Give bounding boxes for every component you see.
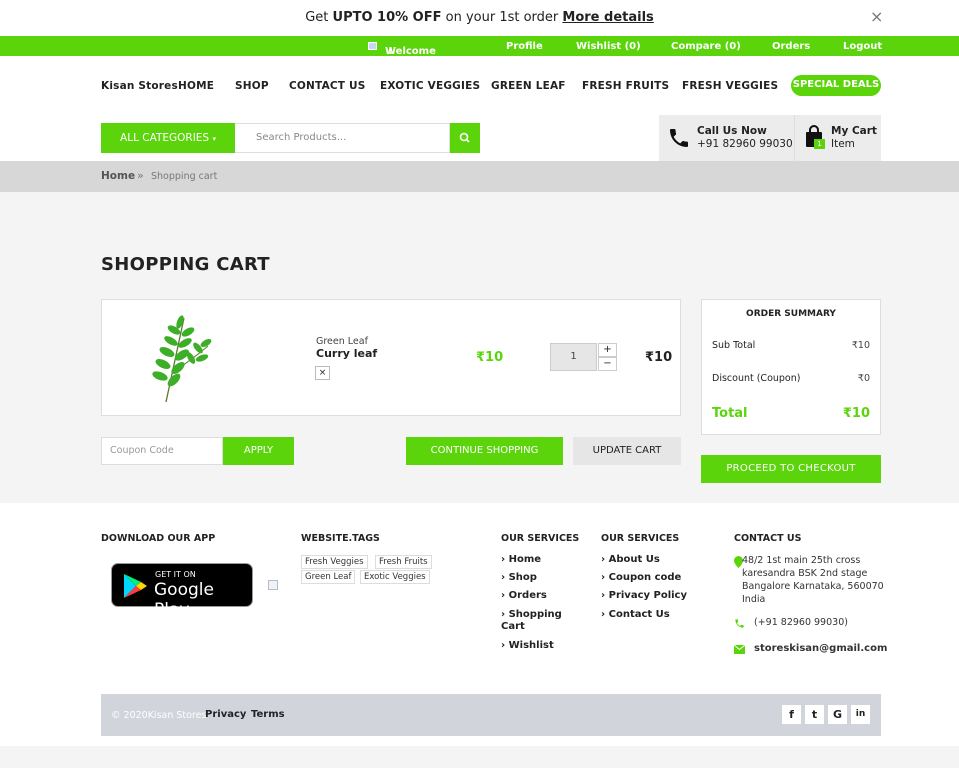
coupon-input[interactable]: Coupon Code (101, 437, 223, 465)
footer-contact-heading: CONTACT US (734, 533, 802, 544)
orders-link[interactable]: Orders (772, 41, 810, 52)
footer-email[interactable]: storeskisan@gmail.com (754, 643, 887, 654)
welcome-text: Welcome Chirag ! (385, 46, 436, 68)
breadcrumb-separator-icon: » (137, 169, 144, 182)
item-line-total: ₹10 (645, 350, 673, 365)
footer-services-heading: OUR SERVICES (501, 533, 580, 544)
wishlist-link[interactable]: Wishlist (0) (576, 41, 641, 52)
summary-title: ORDER SUMMARY (746, 309, 836, 319)
cart-count-badge: 1 (814, 139, 825, 149)
terms-link[interactable]: Terms (251, 709, 285, 720)
footer-link-shop[interactable]: › Shop (501, 572, 537, 583)
my-cart-box[interactable]: 1 My Cart Item (794, 115, 881, 161)
footer-services2-heading: OUR SERVICES (601, 533, 680, 544)
nav-item-green-leaf[interactable]: GREEN LEAF (491, 80, 566, 92)
quantity-input[interactable]: 1 (550, 343, 597, 371)
linkedin-icon[interactable]: in (851, 705, 870, 724)
footer-link-orders[interactable]: › Orders (501, 590, 547, 601)
search-button[interactable] (450, 123, 480, 153)
tag-fresh-veggies[interactable]: Fresh Veggies (301, 555, 368, 569)
promo-highlight: UPTO 10% OFF (332, 10, 442, 25)
nav-item-fresh-fruits[interactable]: FRESH FRUITS (582, 80, 669, 92)
profile-link[interactable]: Profile (506, 41, 543, 52)
footer-tags-heading: WEBSITE.TAGS (301, 533, 380, 544)
promo-more-details-link[interactable]: More details (562, 10, 653, 25)
privacy-link[interactable]: Privacy (205, 709, 246, 720)
tag-exotic-veggies[interactable]: Exotic Veggies (360, 570, 430, 584)
google-play-large-text: Google Play (154, 580, 214, 620)
discount-label: Discount (Coupon) (712, 373, 801, 384)
address-line-4: India (742, 594, 766, 605)
call-label: Call Us Now (697, 125, 767, 137)
search-input[interactable]: Search Products... (235, 123, 450, 153)
cart-items-label: Item (831, 138, 855, 150)
page-bottom (0, 746, 959, 768)
page-title: SHOPPING CART (101, 254, 270, 275)
footer-app-heading: DOWNLOAD OUR APP (101, 533, 216, 544)
facebook-icon[interactable]: f (782, 705, 801, 724)
subtotal-value: ₹10 (851, 340, 870, 351)
item-category: Green Leaf (316, 336, 368, 347)
tag-green-leaf[interactable]: Green Leaf (301, 570, 356, 584)
footer-link-home[interactable]: › Home (501, 554, 541, 565)
google-play-badge[interactable]: GET IT ON Google Play (111, 563, 253, 620)
phone-icon (735, 619, 744, 628)
update-cart-button[interactable]: UPDATE CART (573, 437, 681, 465)
special-deals-button[interactable]: SPECIAL DEALS (791, 75, 881, 96)
address-line-1: 48/2 1st main 25th cross (742, 555, 861, 566)
subtotal-label: Sub Total (712, 340, 756, 351)
broken-image-icon (368, 42, 377, 50)
remove-item-icon[interactable]: × (315, 366, 330, 380)
footer-link-privacy[interactable]: › Privacy Policy (601, 590, 687, 601)
footer-link-wishlist[interactable]: › Wishlist (501, 640, 554, 651)
search-icon (459, 132, 470, 143)
address-line-2: karesandra BSK 2nd stage (742, 568, 868, 579)
all-categories-dropdown[interactable]: ALL CATEGORIES ▾ (101, 123, 235, 153)
footer-link-coupon[interactable]: › Coupon code (601, 572, 681, 583)
caret-down-icon: ▾ (212, 135, 216, 143)
footer-link-contact[interactable]: › Contact Us (601, 609, 670, 620)
google-icon[interactable]: G (828, 705, 847, 724)
broken-image-icon (268, 580, 278, 590)
breadcrumb-current: Shopping cart (151, 171, 218, 182)
user-bar: Welcome Chirag ! Profile Wishlist (0) Co… (0, 36, 959, 68)
brand-logo[interactable]: Kisan Stores (101, 80, 178, 92)
continue-shopping-button[interactable]: CONTINUE SHOPPING (406, 437, 563, 465)
product-image-curry-leaf (152, 315, 212, 403)
close-icon[interactable]: × (870, 7, 883, 26)
phone-icon (670, 129, 688, 147)
twitter-icon[interactable]: t (805, 705, 824, 724)
google-play-icon (124, 574, 147, 598)
total-value: ₹10 (842, 406, 870, 421)
google-play-small-text: GET IT ON (155, 570, 196, 579)
nav-item-home[interactable]: HOME (178, 80, 214, 92)
nav-item-exotic-veggies[interactable]: EXOTIC VEGGIES (380, 80, 480, 92)
footer-link-about[interactable]: › About Us (601, 554, 660, 565)
promo-text: Get UPTO 10% OFF on your 1st order More … (305, 10, 654, 25)
proceed-to-checkout-button[interactable]: PROCEED TO CHECKOUT (701, 455, 881, 483)
call-phone: +91 82960 99030 (697, 138, 793, 150)
cart-label: My Cart (831, 125, 877, 137)
address-line-3: Bangalore Karnataka, 560070 (742, 581, 884, 592)
nav-item-fresh-veggies[interactable]: FRESH VEGGIES (682, 80, 778, 92)
nav-item-contact[interactable]: CONTACT US (289, 80, 366, 92)
quantity-decrease-button[interactable]: − (598, 357, 617, 371)
breadcrumb-home[interactable]: Home (101, 170, 135, 182)
quantity-increase-button[interactable]: + (598, 343, 617, 357)
item-name[interactable]: Curry leaf (316, 347, 377, 360)
breadcrumb (0, 161, 959, 192)
email-icon (734, 645, 745, 654)
tag-fresh-fruits[interactable]: Fresh Fruits (375, 555, 432, 569)
apply-coupon-button[interactable]: APPLY (223, 437, 294, 465)
compare-link[interactable]: Compare (0) (671, 41, 741, 52)
footer-link-shopping-cart[interactable]: › Shopping Cart (501, 609, 571, 633)
item-unit-price: ₹10 (476, 350, 504, 365)
total-label: Total (712, 406, 748, 421)
logout-link[interactable]: Logout (843, 41, 882, 52)
nav-item-shop[interactable]: SHOP (235, 80, 269, 92)
discount-value: ₹0 (857, 373, 870, 384)
footer-phone: (+91 82960 99030) (754, 617, 848, 628)
copyright-text: © 2020Kisan Stores (111, 710, 207, 721)
call-us-box[interactable]: Call Us Now +91 82960 99030 (659, 115, 794, 161)
